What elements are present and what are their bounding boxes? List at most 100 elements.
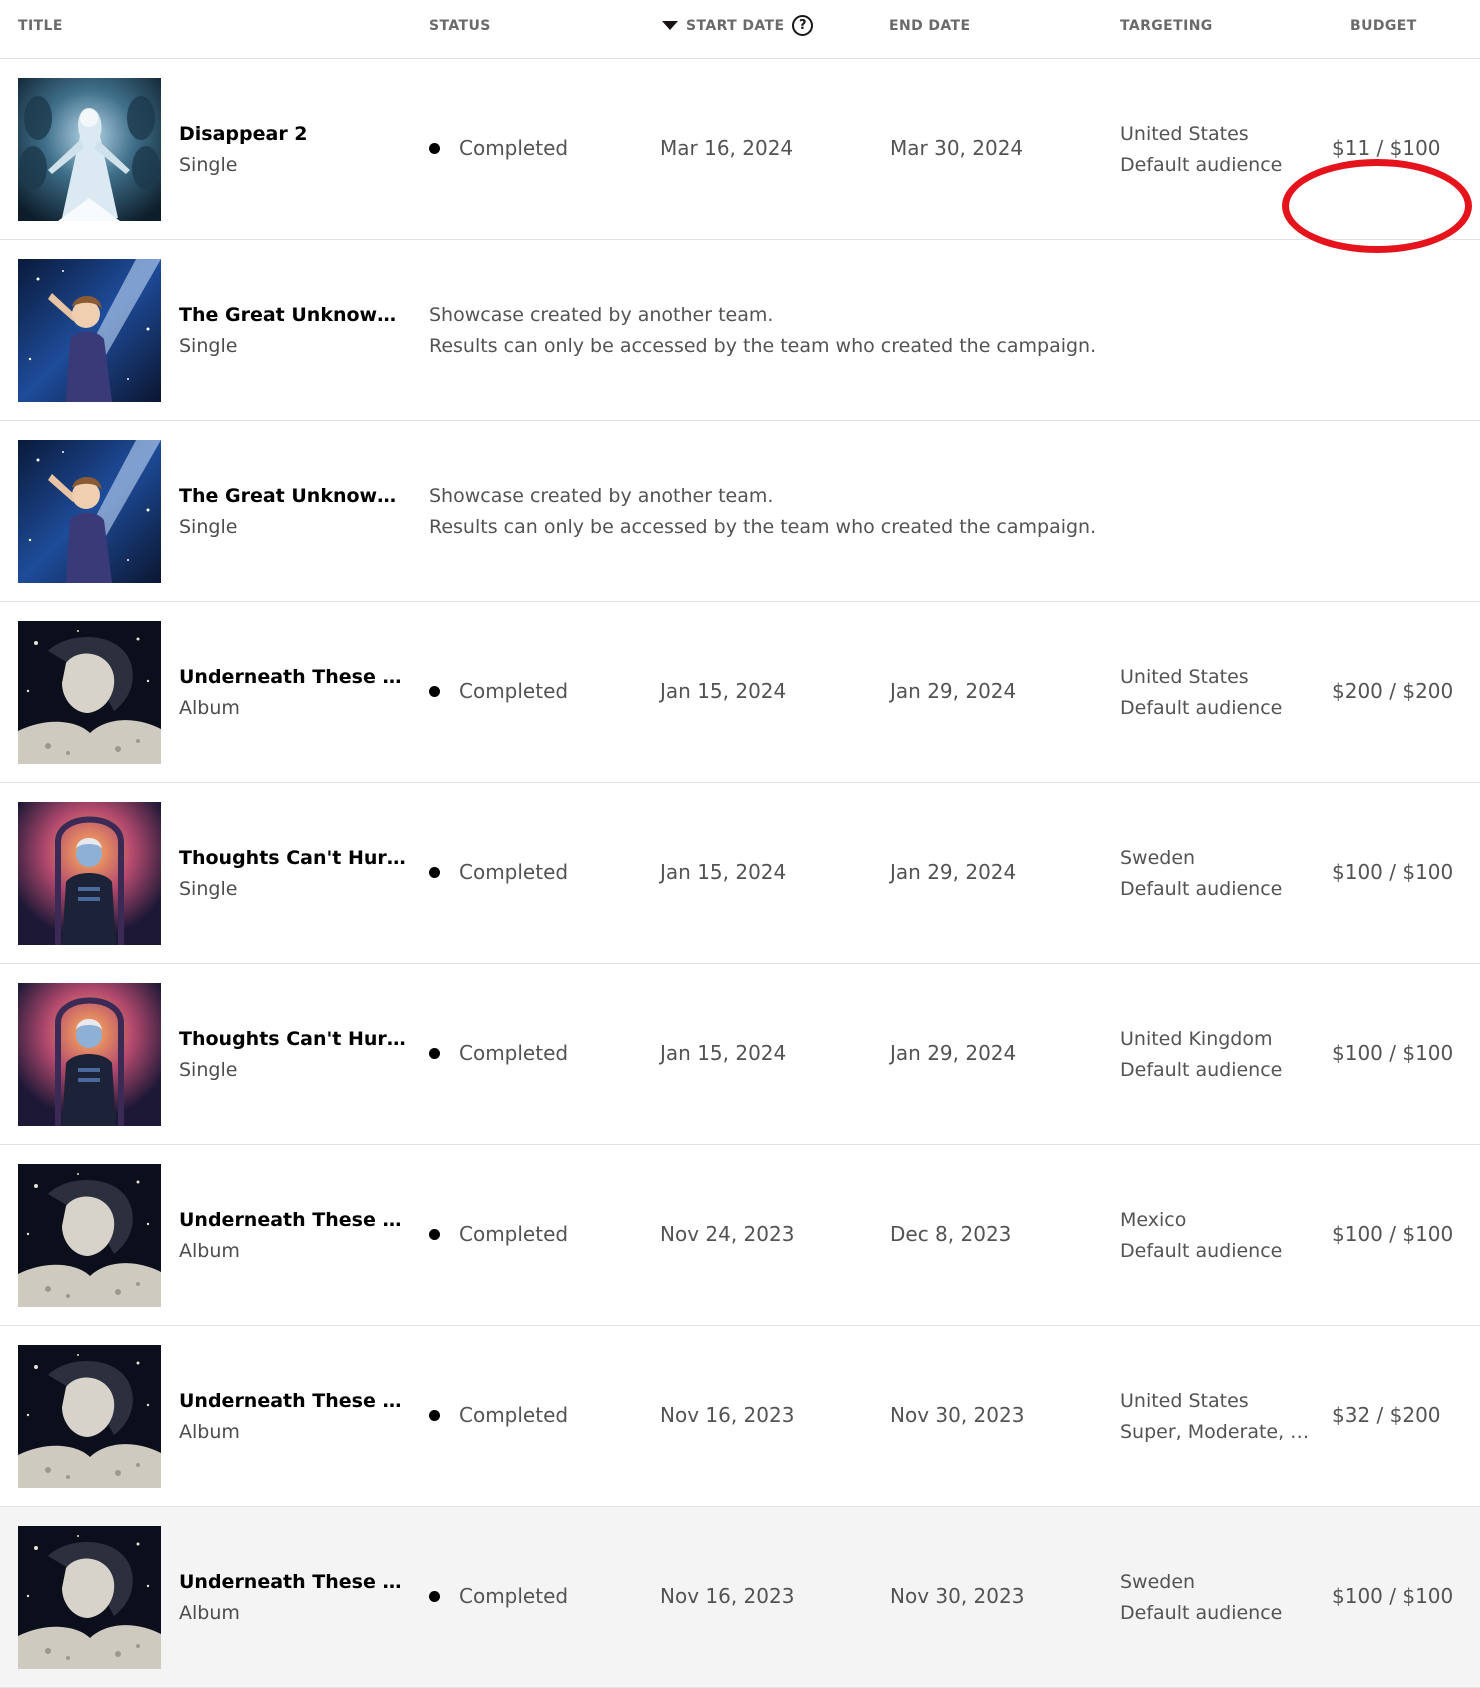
column-header-targeting[interactable]: TARGETING [1120,18,1213,34]
album-art [18,259,161,402]
release-title[interactable]: Thoughts Can't Hur… [179,845,409,871]
campaign-row[interactable]: Underneath These … Album Completed Nov 2… [0,1145,1480,1326]
end-date: Nov 30, 2023 [890,1403,1025,1427]
status-cell: Completed [429,136,568,160]
start-date: Mar 16, 2024 [660,136,794,160]
status-dot-icon [429,1047,440,1059]
notice-line-2: Results can only be accessed by the team… [429,516,1097,538]
column-header-start-date[interactable]: START DATE ? [662,15,814,36]
budget-value: $100 / $100 [1332,1041,1454,1065]
release-title[interactable]: Underneath These … [179,1388,409,1414]
release-title[interactable]: The Great Unknown… [179,483,409,509]
budget-value: $100 / $100 [1332,1584,1454,1608]
title-block: The Great Unknown… Single [179,483,409,540]
status-dot-icon [429,866,440,878]
release-type: Single [179,1059,238,1081]
caret-down-icon [662,21,678,30]
status-text: Completed [459,1403,569,1427]
start-date: Nov 24, 2023 [660,1222,795,1246]
title-block: Underneath These … Album [179,664,409,721]
campaign-list: Disappear 2 Single Completed Mar 16, 202… [0,59,1480,1688]
campaign-row[interactable]: Underneath These … Album Completed Nov 1… [0,1326,1480,1507]
album-art [18,440,161,583]
column-header-end-date[interactable]: END DATE [889,18,970,34]
album-art [18,802,161,945]
targeting-audience: Default audience [1120,878,1283,900]
end-date: Mar 30, 2024 [890,136,1024,160]
targeting-country: United Kingdom [1120,1028,1273,1050]
release-title[interactable]: Underneath These … [179,664,409,690]
release-title[interactable]: Disappear 2 [179,121,409,147]
column-header-status[interactable]: STATUS [429,18,491,34]
restricted-notice: Showcase created by another team. Result… [429,483,1096,540]
end-date: Nov 30, 2023 [890,1584,1025,1608]
album-art [18,1526,161,1669]
release-title[interactable]: Thoughts Can't Hur… [179,1026,409,1052]
targeting-country: Sweden [1120,847,1196,869]
column-header-title[interactable]: TITLE [18,18,63,34]
table-header: TITLE STATUS START DATE ? END DATE TARGE… [0,0,1480,59]
status-text: Completed [459,1584,569,1608]
start-date: Jan 15, 2024 [660,679,787,703]
budget-value: $32 / $200 [1332,1403,1441,1427]
status-dot-icon [429,1228,440,1240]
title-block: Underneath These … Album [179,1569,409,1626]
end-date: Dec 8, 2023 [890,1222,1012,1246]
title-block: Underneath These … Album [179,1388,409,1445]
column-header-budget[interactable]: BUDGET [1350,18,1417,34]
targeting-cell: Sweden Default audience [1120,1569,1320,1626]
end-date: Jan 29, 2024 [890,679,1017,703]
campaign-row[interactable]: Thoughts Can't Hur… Single Completed Jan… [0,964,1480,1145]
targeting-audience: Default audience [1120,1240,1283,1262]
status-text: Completed [459,860,569,884]
targeting-cell: United Kingdom Default audience [1120,1026,1320,1083]
budget-value: $100 / $100 [1332,860,1454,884]
title-block: Disappear 2 Single [179,121,409,178]
start-date: Jan 15, 2024 [660,1041,787,1065]
campaign-row[interactable]: Underneath These … Album Completed Nov 1… [0,1507,1480,1688]
campaign-row[interactable]: Thoughts Can't Hur… Single Completed Jan… [0,783,1480,964]
targeting-audience: Default audience [1120,697,1283,719]
end-date: Jan 29, 2024 [890,860,1017,884]
title-block: Underneath These … Album [179,1207,409,1264]
targeting-audience: Super, Moderate, … [1120,1421,1310,1443]
column-header-start-date-label: START DATE [686,17,785,34]
end-date: Jan 29, 2024 [890,1041,1017,1065]
status-dot-icon [429,1590,440,1602]
help-circle-icon[interactable]: ? [792,15,814,36]
targeting-country: Sweden [1120,1571,1196,1593]
campaign-row[interactable]: Underneath These … Album Completed Jan 1… [0,602,1480,783]
album-art [18,1164,161,1307]
status-text: Completed [459,1222,569,1246]
campaign-row[interactable]: Disappear 2 Single Completed Mar 16, 202… [0,59,1480,253]
release-type: Album [179,1240,240,1262]
targeting-cell: United States Default audience [1120,664,1320,721]
release-type: Single [179,335,238,357]
status-dot-icon [429,685,440,697]
status-text: Completed [459,136,569,160]
campaign-row[interactable]: The Great Unknown… Single Showcase creat… [0,421,1480,602]
notice-line-2: Results can only be accessed by the team… [429,335,1097,357]
status-text: Completed [459,1041,569,1065]
release-type: Single [179,878,238,900]
release-title[interactable]: Underneath These … [179,1207,409,1233]
release-title[interactable]: Underneath These … [179,1569,409,1595]
status-cell: Completed [429,679,568,703]
targeting-audience: Default audience [1120,1602,1283,1624]
release-title[interactable]: The Great Unknown… [179,302,409,328]
release-type: Single [179,516,238,538]
status-cell: Completed [429,1222,568,1246]
start-date: Nov 16, 2023 [660,1584,795,1608]
targeting-country: United States [1120,666,1249,688]
release-type: Album [179,697,240,719]
targeting-audience: Default audience [1120,154,1283,176]
album-art [18,1345,161,1488]
notice-line-1: Showcase created by another team. [429,485,774,507]
album-art [18,983,161,1126]
targeting-audience: Default audience [1120,1059,1283,1081]
release-type: Album [179,1602,240,1624]
restricted-notice: Showcase created by another team. Result… [429,302,1096,359]
status-cell: Completed [429,1584,568,1608]
targeting-cell: United States Default audience [1120,121,1320,178]
campaign-row[interactable]: The Great Unknown… Single Showcase creat… [0,240,1480,421]
